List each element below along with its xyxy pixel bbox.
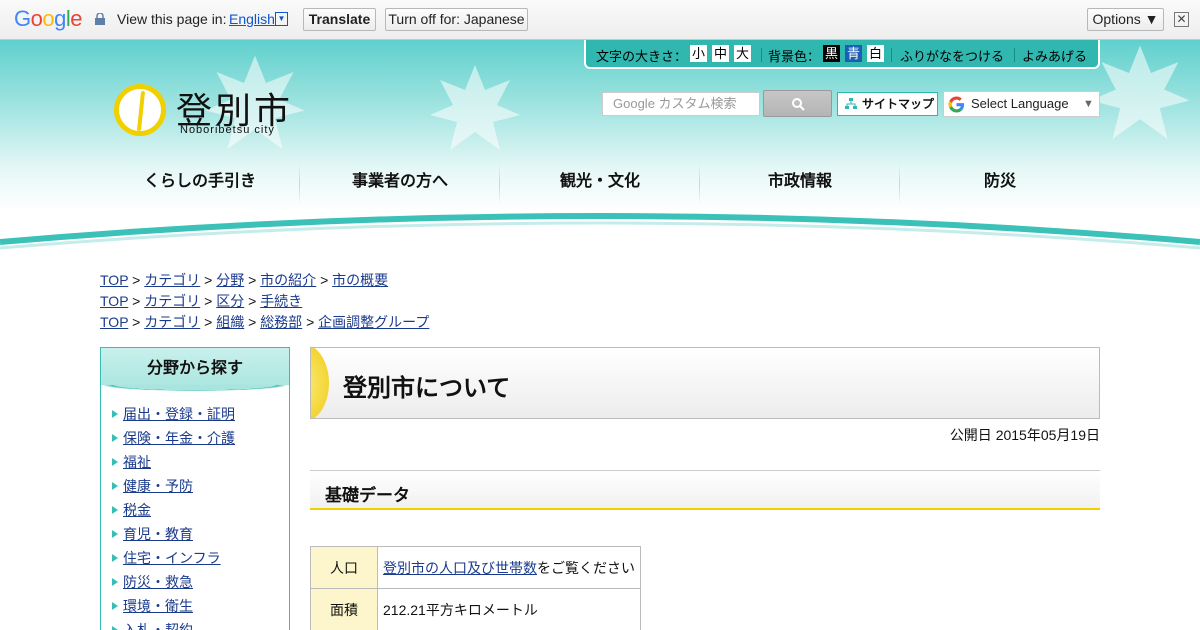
breadcrumb-link[interactable]: 区分 xyxy=(216,293,244,309)
language-dropdown-icon[interactable]: ▼ xyxy=(275,12,288,26)
maple-leaf-decoration xyxy=(430,65,520,150)
sidebar-item: 届出・登録・証明 xyxy=(109,402,289,426)
breadcrumb-link[interactable]: カテゴリ xyxy=(144,314,200,330)
google-logo: Google xyxy=(14,6,83,31)
table-header-cell: 人口 xyxy=(310,546,378,589)
breadcrumb-link[interactable]: 市の紹介 xyxy=(260,272,316,288)
breadcrumb-link[interactable]: 総務部 xyxy=(260,314,302,330)
city-emblem-icon[interactable] xyxy=(114,84,166,136)
page-title-box: 登別市について xyxy=(310,347,1100,419)
translate-button[interactable]: Translate xyxy=(303,8,376,31)
table-header-cell: 面積 xyxy=(310,588,378,630)
search-input[interactable]: Google カスタム検索 xyxy=(602,92,760,116)
title-accent-decoration xyxy=(311,348,329,418)
bg-blue[interactable]: 青 xyxy=(845,45,862,62)
furigana-button[interactable]: ふりがなをつける xyxy=(900,46,1004,65)
sidebar-link[interactable]: 届出・登録・証明 xyxy=(123,406,235,422)
sidebar-link[interactable]: 防災・救急 xyxy=(123,574,193,590)
breadcrumb-link[interactable]: TOP xyxy=(100,314,128,330)
turn-off-button[interactable]: Turn off for: Japanese xyxy=(385,8,528,31)
translate-bar: Google View this page in: English ▼ Tran… xyxy=(0,0,1200,40)
breadcrumb-link[interactable]: 組織 xyxy=(216,314,244,330)
breadcrumb: TOP > カテゴリ > 組織 > 総務部 > 企画調整グループ xyxy=(100,314,430,330)
view-page-label: View this page in: xyxy=(117,11,227,27)
breadcrumb-link[interactable]: カテゴリ xyxy=(144,293,200,309)
population-link[interactable]: 登別市の人口及び世帯数 xyxy=(383,560,537,576)
bg-color-label: 背景色： xyxy=(768,49,821,64)
table-row: 面積 212.21平方キロメートル xyxy=(310,588,641,630)
font-size-medium[interactable]: 中 xyxy=(712,45,729,62)
published-date: 公開日 2015年05月19日 xyxy=(949,427,1100,443)
sidebar-item: 入札・契約 xyxy=(109,618,289,630)
font-size-large[interactable]: 大 xyxy=(734,45,751,62)
sidebar-item: 税金 xyxy=(109,498,289,522)
sidebar-link[interactable]: 環境・衛生 xyxy=(123,598,193,614)
toolbar-divider xyxy=(1014,48,1015,62)
breadcrumb-link[interactable]: 市の概要 xyxy=(332,272,388,288)
section-title: 基礎データ xyxy=(325,486,410,505)
sidebar-link[interactable]: 税金 xyxy=(123,502,151,518)
sitemap-icon xyxy=(845,98,857,109)
sidebar-item: 福祉 xyxy=(109,450,289,474)
font-size-label: 文字の大きさ： xyxy=(596,49,688,64)
sidebar-link[interactable]: 入札・契約 xyxy=(123,622,193,630)
breadcrumb-link[interactable]: 企画調整グループ xyxy=(318,314,429,330)
table-row: 人口 登別市の人口及び世帯数をご覧ください xyxy=(310,546,641,589)
language-link[interactable]: English xyxy=(229,11,275,27)
google-g-icon xyxy=(948,96,965,113)
search-button[interactable] xyxy=(763,90,832,117)
breadcrumb: TOP > カテゴリ > 分野 > 市の紹介 > 市の概要 xyxy=(100,272,389,288)
sidebar-item: 住宅・インフラ xyxy=(109,546,289,570)
table-cell: 登別市の人口及び世帯数をご覧ください xyxy=(377,546,641,589)
page-title: 登別市について xyxy=(343,375,511,402)
category-sidebar: 分野から探す 届出・登録・証明 保険・年金・介護 福祉 健康・予防 税金 育児・… xyxy=(100,347,290,630)
sidebar-item: 環境・衛生 xyxy=(109,594,289,618)
chevron-down-icon: ▼ xyxy=(1083,98,1094,110)
sidebar-title: 分野から探す xyxy=(101,348,289,391)
breadcrumb-link[interactable]: カテゴリ xyxy=(144,272,200,288)
sidebar-link[interactable]: 住宅・インフラ xyxy=(123,550,221,566)
sidebar-link[interactable]: 育児・教育 xyxy=(123,526,193,542)
section-heading-box: 基礎データ xyxy=(310,470,1100,510)
breadcrumb-link[interactable]: 分野 xyxy=(216,272,244,288)
bg-white[interactable]: 白 xyxy=(867,45,884,62)
sidebar-link[interactable]: 健康・予防 xyxy=(123,478,193,494)
toolbar-divider xyxy=(891,48,892,62)
breadcrumb-link[interactable]: TOP xyxy=(100,293,128,309)
close-icon[interactable]: ✕ xyxy=(1174,12,1189,27)
read-aloud-button[interactable]: よみあげる xyxy=(1022,46,1087,65)
basic-data-table: 人口 登別市の人口及び世帯数をご覧ください 面積 212.21平方キロメートル xyxy=(310,546,641,630)
breadcrumb-list: TOP > カテゴリ > 分野 > 市の紹介 > 市の概要 TOP > カテゴリ… xyxy=(100,270,429,333)
table-cell: 212.21平方キロメートル xyxy=(377,588,641,630)
toolbar-divider xyxy=(761,48,762,62)
select-language-dropdown[interactable]: Select Language ▼ xyxy=(943,91,1100,117)
sidebar-link[interactable]: 福祉 xyxy=(123,454,151,470)
search-icon xyxy=(792,98,805,111)
bg-black[interactable]: 黒 xyxy=(823,45,840,62)
breadcrumb-link[interactable]: 手続き xyxy=(260,293,302,309)
select-language-label: Select Language xyxy=(971,96,1069,111)
lock-icon xyxy=(95,13,105,25)
breadcrumb: TOP > カテゴリ > 区分 > 手続き xyxy=(100,293,303,309)
sidebar-item: 保険・年金・介護 xyxy=(109,426,289,450)
options-button[interactable]: Options ▼ xyxy=(1087,8,1164,31)
site-logo-subtitle: Noboribetsu city xyxy=(180,124,275,136)
sidebar-item: 健康・予防 xyxy=(109,474,289,498)
sidebar-link[interactable]: 保険・年金・介護 xyxy=(123,430,235,446)
breadcrumb-link[interactable]: TOP xyxy=(100,272,128,288)
header-wave-decoration xyxy=(0,213,1200,250)
table-cell-text: をご覧ください xyxy=(537,559,635,576)
sidebar-item: 育児・教育 xyxy=(109,522,289,546)
font-size-small[interactable]: 小 xyxy=(690,45,707,62)
sitemap-button[interactable]: サイトマップ xyxy=(837,92,938,116)
sitemap-label: サイトマップ xyxy=(862,97,935,111)
sidebar-item: 防災・救急 xyxy=(109,570,289,594)
accessibility-toolbar: 文字の大きさ： 小 中 大 背景色： 黒 青 白 ふりがなをつける よみあげる xyxy=(584,40,1100,69)
